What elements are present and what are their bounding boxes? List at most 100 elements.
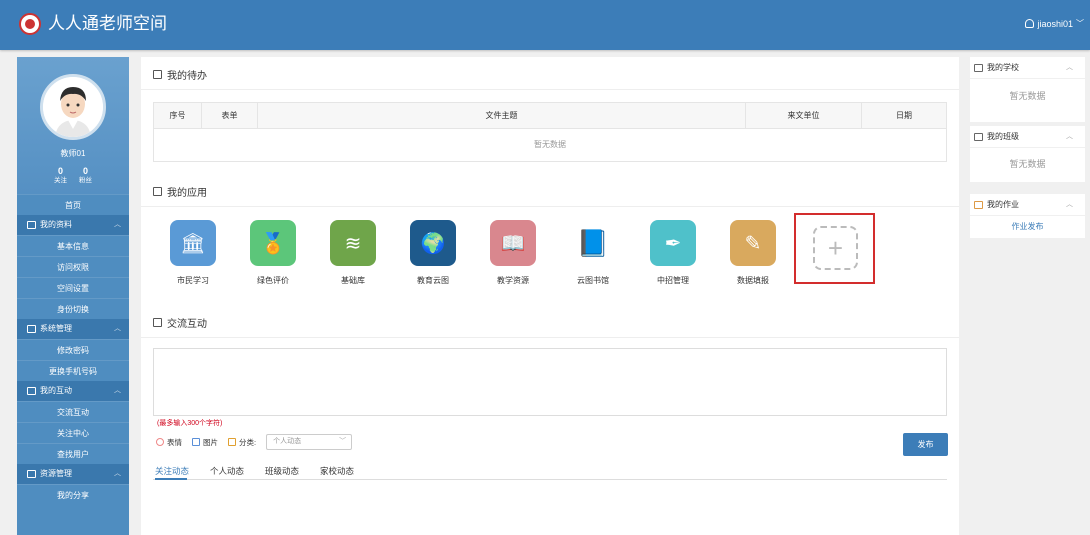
table-header: 序号 表单 文件主题 来文单位 日期 — [154, 103, 946, 129]
database-icon — [27, 325, 36, 333]
app-item[interactable]: 🏛 市民学习 — [153, 220, 233, 286]
sidebar-item-follow-center[interactable]: 关注中心 — [17, 422, 129, 443]
sidebar-item-switch-identity[interactable]: 身份切换 — [17, 298, 129, 319]
class-empty: 暂无数据 — [1009, 159, 1046, 169]
globe-icon: 🌍 — [410, 220, 456, 266]
col-header: 日期 — [896, 111, 912, 120]
chat-icon — [27, 387, 36, 395]
char-limit-note: (最多输入300个字符) — [157, 420, 223, 427]
category-label: 分类: — [228, 437, 256, 448]
sidebar: 教师01 0 关注 0 粉丝 首页 我的资料 ︿ 基本信息 访问权限 空间设置 身份切… — [17, 57, 129, 535]
emoji-button[interactable]: 表情 — [156, 437, 182, 448]
publish-button[interactable]: 发布 — [903, 433, 948, 456]
grid-icon — [153, 187, 162, 196]
feed-tabs: 关注动态 个人动态 班级动态 家校动态 — [155, 465, 354, 477]
category-select[interactable]: 个人动态 ﹀ — [266, 434, 353, 450]
document-icon — [153, 70, 162, 79]
sidebar-item-change-phone[interactable]: 更换手机号码 — [17, 360, 129, 381]
app-label: 数据填报 — [737, 276, 769, 285]
interact-heading: 交流互动 — [153, 315, 207, 330]
app-label: 基础库 — [341, 276, 365, 285]
sidebar-group-interaction[interactable]: 我的互动 ︿ — [17, 381, 129, 401]
sidebar-group-profile[interactable]: 我的资料 ︿ — [17, 215, 129, 235]
homework-card: 我的作业 ︿ 作业发布 — [970, 194, 1085, 238]
plus-icon: + — [827, 232, 844, 263]
app-label: 教育云图 — [417, 276, 449, 285]
tag-icon — [228, 438, 236, 446]
user-menu[interactable]: jiaoshi01 ﹀ — [1025, 18, 1084, 29]
app-label: 市民学习 — [177, 276, 209, 285]
app-title: 人人通老师空间 — [48, 14, 167, 33]
avatar[interactable] — [40, 74, 106, 140]
app-label: 云图书馆 — [577, 276, 609, 285]
active-tab-indicator — [155, 478, 187, 480]
homework-icon — [974, 200, 983, 209]
image-button[interactable]: 图片 — [192, 437, 218, 448]
sidebar-item-space-settings[interactable]: 空间设置 — [17, 277, 129, 298]
class-card: 我的班级 ︿ 暂无数据 — [970, 126, 1085, 182]
sidebar-item-find-user[interactable]: 查找用户 — [17, 443, 129, 464]
teacher-name: 教师01 — [60, 149, 86, 158]
col-header: 来文单位 — [746, 103, 862, 128]
chevron-up-icon[interactable]: ︿ — [1066, 126, 1073, 148]
app-item[interactable]: ✎ 数据填报 — [713, 220, 793, 286]
sidebar-item-basic-info[interactable]: 基本信息 — [17, 235, 129, 256]
follow-stat[interactable]: 0 关注 — [54, 167, 67, 185]
school-logo-icon — [19, 13, 41, 35]
tab-class[interactable]: 班级动态 — [265, 465, 299, 477]
todo-heading: 我的待办 — [153, 67, 207, 82]
book-icon: 📖 — [490, 220, 536, 266]
sidebar-item-change-password[interactable]: 修改密码 — [17, 339, 129, 360]
homework-publish-link[interactable]: 作业发布 — [970, 216, 1085, 232]
chevron-up-icon[interactable]: ︿ — [1066, 194, 1073, 216]
app-item[interactable]: 🏅 绿色评价 — [233, 220, 313, 286]
homework-card-title: 我的作业 — [987, 199, 1019, 209]
tab-home-school[interactable]: 家校动态 — [320, 465, 354, 477]
briefcase-icon — [27, 221, 36, 229]
tab-personal[interactable]: 个人动态 — [210, 465, 244, 477]
chevron-up-icon: ︿ — [114, 221, 121, 228]
apps-heading: 我的应用 — [153, 184, 207, 199]
app-item[interactable]: 📖 教学资源 — [473, 220, 553, 286]
profile-card: 教师01 0 关注 0 粉丝 — [17, 57, 129, 194]
app-item[interactable]: ≋ 基础库 — [313, 220, 393, 286]
chevron-down-icon: ﹀ — [339, 438, 347, 445]
fans-stat[interactable]: 0 粉丝 — [79, 167, 92, 185]
chevron-up-icon[interactable]: ︿ — [1066, 57, 1073, 79]
school-icon — [974, 63, 983, 72]
comment-icon — [153, 318, 162, 327]
post-textarea[interactable] — [153, 348, 947, 416]
main-content: 我的待办 序号 表单 文件主题 来文单位 日期 暂无数据 我的应用 🏛 市民学习 🏅… — [141, 57, 959, 535]
sidebar-item-access[interactable]: 访问权限 — [17, 256, 129, 277]
tab-following[interactable]: 关注动态 — [155, 465, 189, 477]
sidebar-group-system[interactable]: 系统管理 ︿ — [17, 319, 129, 339]
edit-icon: ✎ — [730, 220, 776, 266]
post-toolbar: 表情 图片 分类: 个人动态 ﹀ — [156, 434, 353, 450]
sidebar-item-my-share[interactable]: 我的分享 — [17, 484, 129, 505]
smiley-icon — [156, 438, 164, 446]
profile-stats: 0 关注 0 粉丝 — [17, 167, 129, 185]
database-icon: ≋ — [330, 220, 376, 266]
list-icon — [27, 470, 36, 478]
col-header: 文件主题 — [258, 103, 746, 128]
todo-table: 序号 表单 文件主题 来文单位 日期 暂无数据 — [153, 102, 947, 162]
col-header: 序号 — [154, 103, 202, 128]
app-label: 绿色评价 — [257, 276, 289, 285]
chevron-up-icon: ︿ — [114, 387, 121, 394]
app-item[interactable]: ✒ 中招管理 — [633, 220, 713, 286]
app-item[interactable]: 🌍 教育云图 — [393, 220, 473, 286]
sidebar-group-resources[interactable]: 资源管理 ︿ — [17, 464, 129, 484]
app-item[interactable]: 📘 云图书馆 — [553, 220, 633, 286]
pen-icon: ✒ — [650, 220, 696, 266]
username: jiaoshi01 — [1037, 18, 1073, 29]
medal-icon: 🏅 — [250, 220, 296, 266]
building-icon: 🏛 — [170, 220, 216, 266]
sidebar-item-communication[interactable]: 交流互动 — [17, 401, 129, 422]
add-app-button[interactable]: + — [813, 226, 858, 270]
add-app-highlight: + — [794, 213, 875, 284]
app-label: 教学资源 — [497, 276, 529, 285]
class-icon — [974, 132, 983, 141]
image-icon — [192, 438, 200, 446]
sidebar-item-home[interactable]: 首页 — [17, 194, 129, 215]
app-label: 中招管理 — [657, 276, 689, 285]
